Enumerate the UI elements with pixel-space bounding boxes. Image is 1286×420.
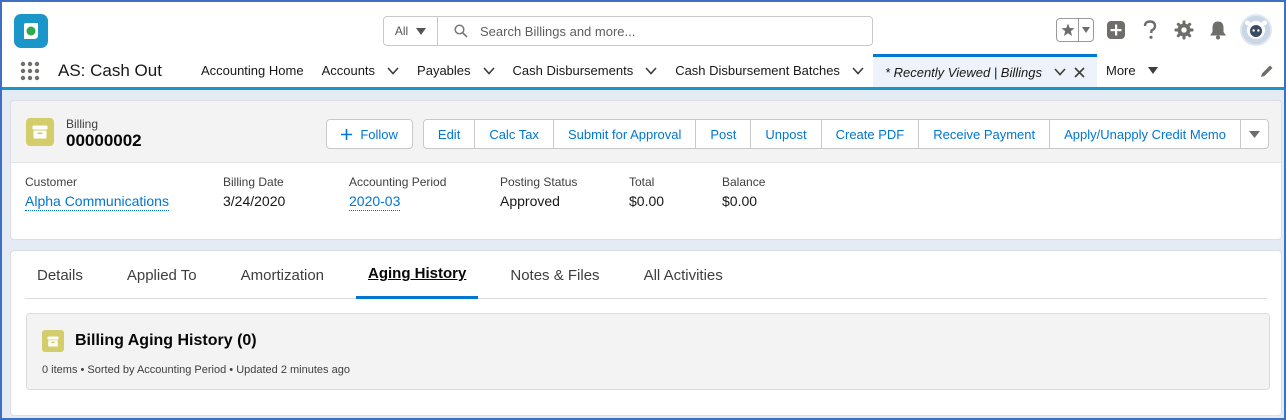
favorites-group: [1056, 18, 1094, 42]
field-value: Approved: [500, 193, 560, 209]
record-header: Billing 00000002 Follow Edit Calc Tax Su…: [11, 101, 1281, 163]
chevron-down-icon: [416, 27, 427, 35]
record-highlights-panel: Billing 00000002 Follow Edit Calc Tax Su…: [10, 100, 1282, 240]
nav-item-cash-disbursement-batches[interactable]: Cash Disbursement Batches: [666, 54, 873, 87]
nav-item-label: * Recently Viewed | Billings: [884, 64, 1042, 80]
search-scope-dropdown[interactable]: All: [384, 17, 438, 45]
app-logo-icon[interactable]: [14, 14, 48, 48]
edit-button[interactable]: Edit: [422, 119, 476, 149]
field-balance: Balance $0.00: [722, 175, 822, 211]
chevron-down-icon[interactable]: [482, 66, 495, 75]
nav-item-accounting-home[interactable]: Accounting Home: [192, 54, 313, 87]
related-list-title[interactable]: Billing Aging History (0): [75, 332, 257, 350]
notifications-bell-icon[interactable]: [1206, 18, 1230, 42]
astro-avatar-icon: [1242, 16, 1270, 44]
field-label: Accounting Period: [349, 175, 447, 189]
chevron-down-icon[interactable]: [387, 66, 399, 75]
unpost-button[interactable]: Unpost: [750, 119, 822, 149]
app-nav-bar: AS: Cash Out Accounting Home Accounts Pa…: [2, 54, 1284, 90]
record-name: 00000002: [66, 131, 142, 150]
tab-aging-history[interactable]: Aging History: [356, 251, 479, 299]
post-button[interactable]: Post: [695, 119, 752, 149]
user-avatar[interactable]: [1240, 14, 1272, 46]
apply-unapply-credit-memo-button[interactable]: Apply/Unapply Credit Memo: [1049, 119, 1241, 149]
global-header: All: [2, 2, 1284, 54]
field-accounting-period: Accounting Period 2020-03: [349, 175, 500, 211]
billing-aging-object-icon: [42, 330, 64, 352]
plus-icon: [341, 128, 353, 140]
tab-applied-to[interactable]: Applied To: [115, 251, 209, 299]
field-label: Billing Date: [223, 175, 284, 189]
favorites-menu-icon[interactable]: [1079, 19, 1093, 41]
tab-details[interactable]: Details: [25, 251, 95, 299]
search-input[interactable]: [480, 23, 840, 39]
nav-item-accounts[interactable]: Accounts: [313, 54, 408, 87]
field-value: $0.00: [722, 193, 758, 209]
field-value: $0.00: [629, 193, 665, 209]
chevron-down-icon[interactable]: [645, 66, 657, 75]
chevron-down-icon[interactable]: [1054, 68, 1066, 76]
caret-down-icon: [1249, 130, 1260, 138]
record-actions: Follow Edit Calc Tax Submit for Approval…: [326, 119, 1269, 149]
field-label: Customer: [25, 175, 78, 189]
calc-tax-button[interactable]: Calc Tax: [474, 119, 554, 149]
nav-tab-recently-viewed-billings[interactable]: * Recently Viewed | Billings: [872, 54, 1097, 87]
nav-item-cash-disbursements[interactable]: Cash Disbursements: [504, 54, 667, 87]
edit-nav-pencil-icon[interactable]: [1260, 64, 1274, 81]
record-tabs-panel: Details Applied To Amortization Aging Hi…: [10, 250, 1282, 416]
nav-item-payables[interactable]: Payables: [408, 54, 503, 87]
nav-item-label: Cash Disbursements: [512, 63, 634, 78]
field-billing-date: Billing Date 3/24/2020: [223, 175, 349, 211]
app-name: AS: Cash Out: [58, 60, 162, 80]
submit-for-approval-button[interactable]: Submit for Approval: [552, 119, 697, 149]
field-label: Posting Status: [500, 175, 578, 189]
nav-item-label: Accounting Home: [200, 63, 304, 78]
nav-item-label: Cash Disbursement Batches: [675, 63, 840, 78]
help-icon[interactable]: [1138, 18, 1162, 42]
billing-object-icon: [26, 118, 54, 146]
caret-down-icon: [1147, 67, 1158, 74]
chevron-down-icon[interactable]: [852, 66, 864, 75]
field-label: Balance: [722, 175, 766, 189]
search-icon: [454, 24, 468, 38]
field-customer: Customer Alpha Communications: [25, 175, 223, 211]
tab-amortization[interactable]: Amortization: [229, 251, 336, 299]
nav-item-label: Accounts: [321, 63, 376, 78]
follow-button[interactable]: Follow: [326, 119, 413, 149]
highlight-fields: Customer Alpha Communications Billing Da…: [25, 175, 822, 211]
field-posting-status: Posting Status Approved: [500, 175, 629, 211]
search-scope-label: All: [394, 24, 409, 38]
nav-item-label: More: [1106, 63, 1136, 78]
global-search: All: [383, 16, 873, 46]
related-list-meta: 0 items • Sorted by Accounting Period • …: [42, 364, 350, 376]
setup-gear-icon[interactable]: [1172, 18, 1196, 42]
app-launcher-waffle-icon[interactable]: [10, 54, 50, 87]
billing-aging-history-card: Billing Aging History (0) 0 items • Sort…: [26, 313, 1270, 390]
favorite-star-icon[interactable]: [1057, 19, 1079, 41]
close-tab-icon[interactable]: [1074, 66, 1085, 78]
nav-item-label: Payables: [417, 63, 471, 78]
record-object-label: Billing: [66, 117, 99, 131]
tab-all-activities[interactable]: All Activities: [632, 251, 735, 299]
global-create-icon[interactable]: [1104, 18, 1128, 42]
field-value: 3/24/2020: [223, 193, 286, 209]
record-tabs: Details Applied To Amortization Aging Hi…: [25, 251, 1267, 299]
customer-link[interactable]: Alpha Communications: [25, 193, 169, 211]
field-label: Total: [629, 175, 655, 189]
accounting-period-link[interactable]: 2020-03: [349, 193, 401, 211]
receive-payment-button[interactable]: Receive Payment: [918, 119, 1051, 149]
create-pdf-button[interactable]: Create PDF: [820, 119, 920, 149]
nav-more-menu[interactable]: More: [1097, 54, 1167, 87]
field-total: Total $0.00: [629, 175, 722, 211]
more-actions-button[interactable]: [1240, 119, 1269, 149]
tab-notes-files[interactable]: Notes & Files: [498, 251, 611, 299]
app-window: All Search Billings and more... AS: Cash…: [0, 0, 1286, 420]
